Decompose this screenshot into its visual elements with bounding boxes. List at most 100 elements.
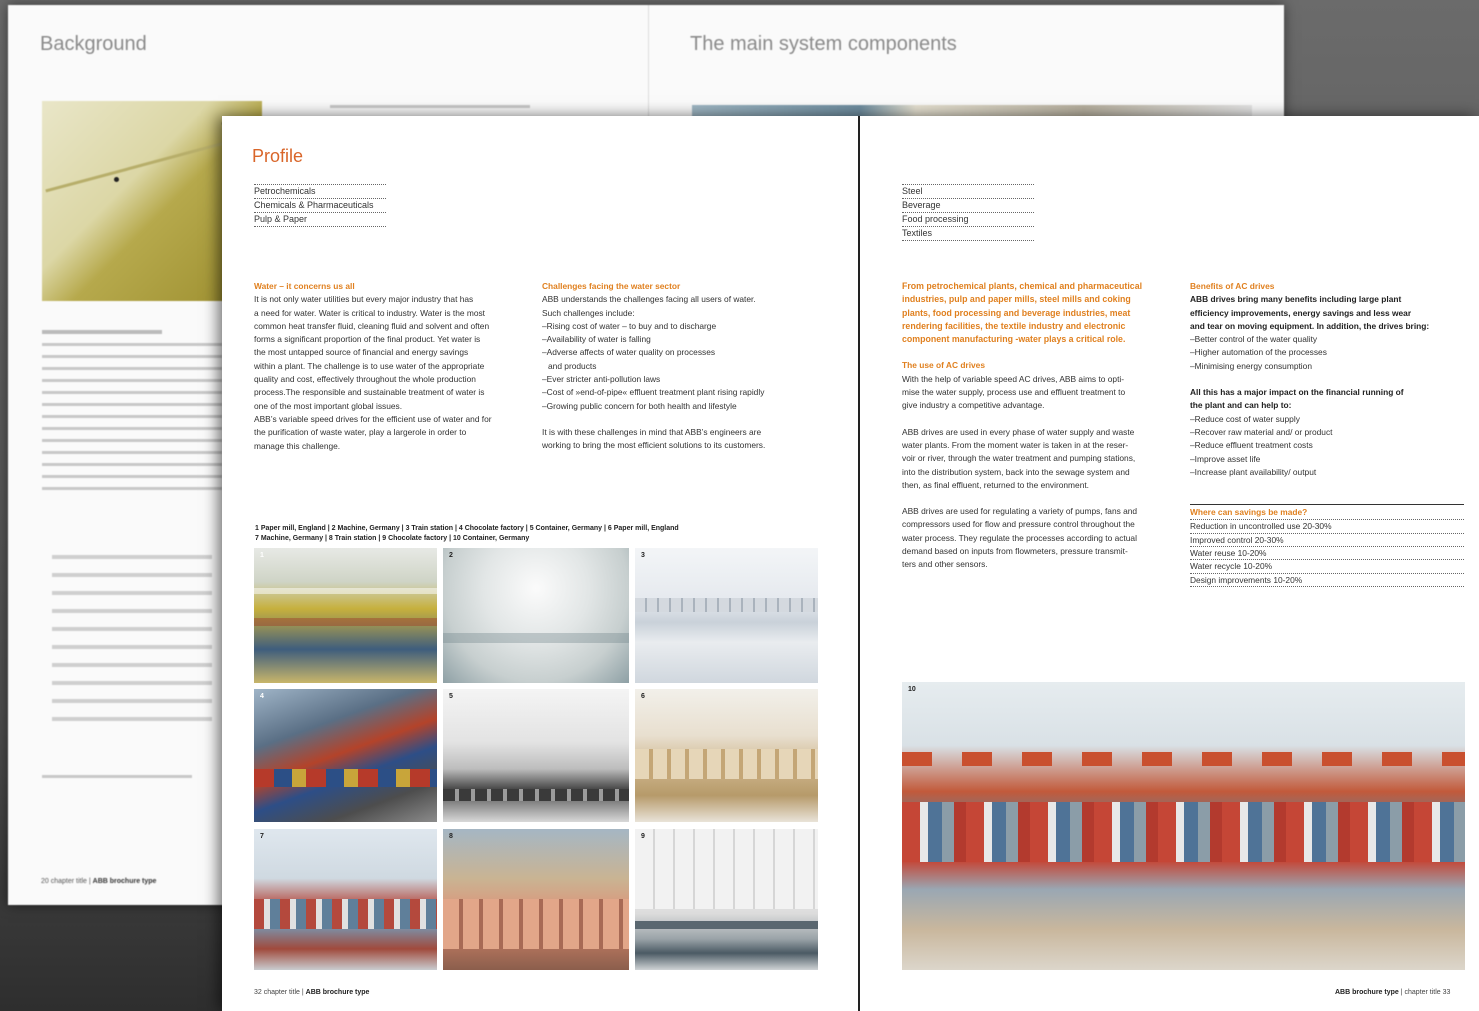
industry-item: Pulp & Paper [254, 212, 386, 227]
impact-bullet: Reduce effluent treatment costs [1190, 439, 1470, 452]
ac-drives-line: into the distribution system, back into … [902, 466, 1130, 477]
ac-drives-line: ters and other sensors. [902, 559, 988, 570]
photo-machine: 2 [443, 548, 629, 683]
savings-item: Water recycle 10-20% [1190, 560, 1464, 574]
background-text-blur [42, 463, 222, 466]
photo-container-terminal: 10 [902, 682, 1465, 970]
challenge-bullet: Availability of water is falling [542, 333, 822, 346]
photo-detail [902, 752, 1465, 766]
intro-lead-line: From petrochemical plants, chemical and … [902, 281, 1143, 291]
water-line: forms a significant proportion of the fi… [254, 334, 481, 345]
photo-detail [635, 829, 818, 909]
water-line: the purification of waste water, play a … [254, 427, 467, 438]
challenges-intro-line: Such challenges include: [542, 307, 635, 318]
photo-legend: 1 Paper mill, England | 2 Machine, Germa… [255, 524, 815, 544]
industry-list-right: Steel Beverage Food processing Textiles [902, 184, 1034, 241]
background-diagram-caption-blur [42, 775, 192, 778]
background-diagram-row [52, 645, 212, 649]
benefits-bold-line: and tear on moving equipment. In additio… [1190, 320, 1430, 331]
photo-number: 6 [641, 693, 645, 700]
photo-train-station: 3 [635, 548, 818, 683]
challenges-closing-line: It is with these challenges in mind that… [542, 426, 762, 437]
intro-lead-line: industries, pulp and paper mills, steel … [902, 294, 1131, 305]
ac-drives-line: demand based on inputs from flowmeters, … [902, 546, 1128, 557]
photo-paper-mill: 1 [254, 548, 437, 683]
footer-chapter: chapter title [1404, 989, 1441, 996]
ac-drives-line: then, as final effluent, returned to the… [902, 479, 1090, 490]
intro-lead-line: rendering facilities, the textile indust… [902, 320, 1126, 331]
photo-detail [443, 899, 629, 949]
impact-bullet: Recover raw material and/ or product [1190, 426, 1470, 439]
industry-item: Beverage [902, 198, 1034, 212]
ac-drives-line: water plants. From the moment water is t… [902, 439, 1129, 450]
background-left-title: Background [40, 33, 147, 55]
background-diagram-row [52, 699, 212, 703]
impact-bullet: Increase plant availability/ output [1190, 466, 1470, 479]
background-subheading-blur [42, 330, 162, 334]
background-diagram-row [52, 717, 212, 721]
benefit-bullet: Minimising energy consumption [1190, 360, 1470, 373]
photo-number: 3 [641, 552, 645, 559]
intro-lead-line: component manufacturing -water plays a c… [902, 334, 1126, 345]
background-diagram-row [52, 609, 212, 613]
footer-right: ABB brochure type | chapter title 33 [1335, 989, 1451, 996]
footer-left: 32 chapter title | ABB brochure type [254, 989, 370, 996]
background-text-blur [42, 391, 222, 394]
challenges-intro-line: ABB understands the challenges facing al… [542, 294, 756, 305]
map-location-dot [114, 177, 119, 182]
ac-drives-line: ABB drives are used in every phase of wa… [902, 426, 1135, 437]
benefits-heading: Benefits of AC drives [1190, 281, 1275, 291]
ac-drives-line: ABB drives are used for regulating a var… [902, 506, 1138, 517]
background-diagram-row [52, 627, 212, 631]
page-title: Profile [252, 146, 304, 166]
background-text-blur [42, 343, 222, 346]
ac-drives-heading: The use of AC drives [902, 360, 985, 371]
background-footer-page: 20 [41, 878, 49, 885]
photo-detail [254, 769, 437, 787]
savings-item: Reduction in uncontrolled use 20-30% [1190, 520, 1464, 534]
challenge-bullet: Ever stricter anti-pollution laws [542, 373, 822, 386]
background-diagram-row [52, 663, 212, 667]
background-diagram-row [52, 681, 212, 685]
impact-bold-line: the plant and can help to: [1190, 400, 1292, 411]
ac-drives-line: water process. They regulate the process… [902, 532, 1137, 543]
background-footer-brand: ABB brochure type [92, 878, 157, 885]
background-text-blur [42, 475, 222, 478]
photo-detail [254, 618, 437, 626]
savings-box: Where can savings be made? Reduction in … [1190, 504, 1464, 588]
challenge-bullet: Cost of »end-of-pipe« effluent treatment… [542, 386, 822, 399]
footer-brand: ABB brochure type [1335, 989, 1399, 996]
ac-drives-line: voir or river, through the water treatme… [902, 453, 1136, 464]
water-line: the most untapped source of financial an… [254, 347, 469, 358]
industry-item: Food processing [902, 212, 1034, 226]
benefit-bullet: Higher automation of the processes [1190, 346, 1470, 359]
photo-number: 5 [449, 693, 453, 700]
intro-section: From petrochemical plants, chemical and … [902, 280, 1186, 572]
water-line: one of the most important global issues. [254, 400, 403, 411]
photo-chocolate-factory-2: 9 [635, 829, 818, 970]
ac-drives-line: With the help of variable speed AC drive… [902, 373, 1125, 384]
impact-bullet: Reduce cost of water supply [1190, 413, 1470, 426]
water-line: within a plant. The challenge is to use … [254, 360, 485, 371]
photo-detail [443, 633, 629, 643]
industry-item: Petrochemicals [254, 184, 386, 198]
photo-number: 8 [449, 833, 453, 840]
photo-chocolate-factory: 4 [254, 689, 437, 822]
water-line: common heat transfer fluid, cleaning flu… [254, 320, 490, 331]
challenge-bullet-continuation: and products [548, 360, 597, 371]
background-text-blur [42, 439, 222, 442]
industry-item: Chemicals & Pharmaceuticals [254, 198, 386, 212]
background-text-blur [42, 379, 222, 382]
photo-detail [254, 588, 437, 594]
ac-drives-line: mise the water supply, process use and e… [902, 387, 1126, 398]
water-line: It is not only water utilities but every… [254, 294, 474, 305]
industry-list-left: Petrochemicals Chemicals & Pharmaceutica… [254, 184, 386, 227]
photo-detail [254, 899, 437, 929]
footer-page-number: 32 [254, 989, 262, 996]
background-right-title: The main system components [690, 33, 957, 55]
photo-number: 4 [260, 693, 264, 700]
